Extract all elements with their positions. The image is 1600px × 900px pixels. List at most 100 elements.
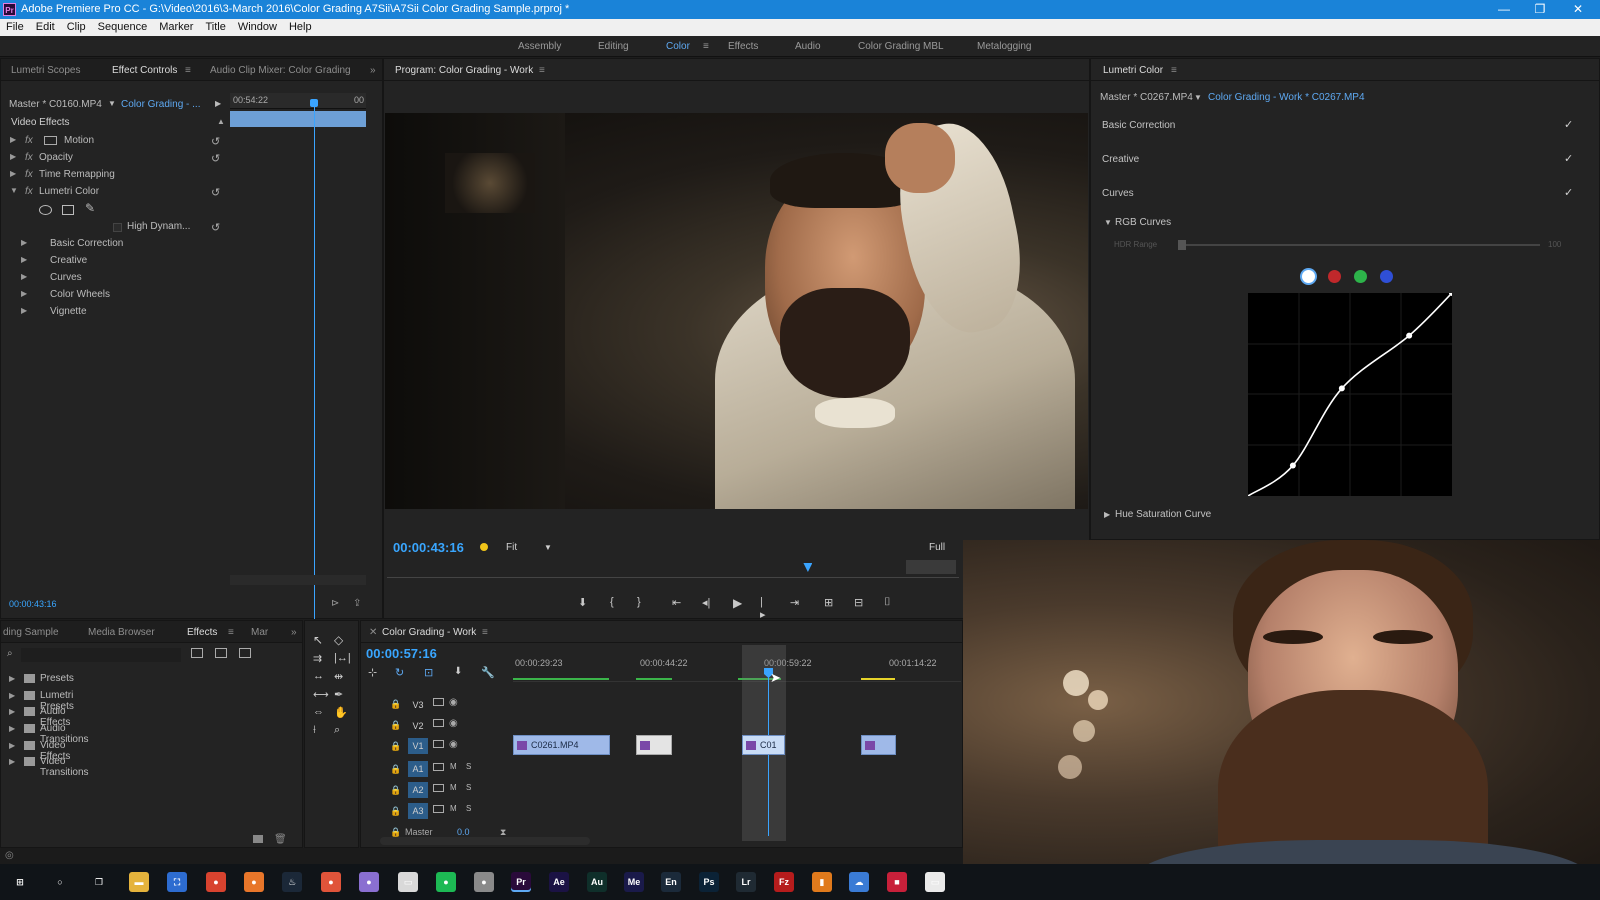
expand-triangle-icon[interactable]: ▶ (1104, 510, 1110, 519)
premiere-icon[interactable]: Pr (511, 872, 531, 892)
rolling-edit-tool-icon[interactable]: ⟷ (313, 688, 329, 701)
slip-tool-icon[interactable]: |↔| (334, 652, 351, 664)
workspace-audio[interactable]: Audio (795, 41, 821, 52)
tab-project-sample[interactable]: ding Sample (3, 627, 59, 638)
fx-icon[interactable]: fx (25, 152, 33, 163)
eye-icon[interactable]: ◉ (449, 697, 458, 708)
workspace-editing[interactable]: Editing (598, 41, 629, 52)
mark-out-icon[interactable]: } (637, 596, 641, 608)
tab-lumetri-scopes[interactable]: Lumetri Scopes (11, 65, 80, 76)
lumetri-sequence-label[interactable]: Color Grading - Work * C0267.MP4 (1208, 92, 1365, 103)
fx-icon[interactable]: fx (25, 186, 33, 197)
chevron-down-icon[interactable]: ▼ (108, 99, 116, 108)
add-marker-icon[interactable]: ⬇ (578, 596, 587, 609)
menu-window[interactable]: Window (232, 19, 283, 36)
reset-icon[interactable]: ↺ (211, 152, 220, 165)
32bit-effects-icon[interactable] (215, 648, 227, 658)
linked-selection-icon[interactable]: ⊡ (424, 666, 433, 679)
slide-tool-icon[interactable]: ⇹ (334, 670, 343, 683)
workspace-metalogging[interactable]: Metalogging (977, 41, 1031, 52)
checkmark-icon[interactable]: ✓ (1564, 152, 1573, 165)
store-icon[interactable]: ⛶ (167, 872, 187, 892)
expand-triangle-icon[interactable]: ▶ (10, 135, 16, 144)
yuv-effects-icon[interactable] (239, 648, 251, 658)
workspace-color[interactable]: Color (666, 41, 690, 52)
maximize-button[interactable]: ❐ (1522, 0, 1558, 19)
reset-icon[interactable]: ↺ (211, 135, 220, 148)
tab-effects[interactable]: Effects (187, 627, 217, 638)
lock-icon[interactable]: 🔒 (390, 720, 401, 731)
timeline-clip[interactable]: C01 (742, 735, 785, 755)
chevron-down-icon[interactable]: ▼ (544, 543, 552, 552)
workspace-menu-icon[interactable]: ≡ (703, 41, 709, 52)
solo-button[interactable]: S (466, 783, 471, 792)
workspace-color-grading-mbl[interactable]: Color Grading MBL (858, 41, 944, 52)
after-effects-icon[interactable]: Ae (549, 872, 569, 892)
menu-help[interactable]: Help (283, 19, 318, 36)
red-channel-button[interactable] (1328, 270, 1341, 283)
maps-icon[interactable]: ● (321, 872, 341, 892)
menu-edit[interactable]: Edit (30, 19, 61, 36)
white-channel-button[interactable] (1302, 270, 1315, 283)
expand-triangle-icon[interactable]: ▶ (9, 741, 15, 750)
mute-button[interactable]: M (450, 762, 457, 771)
timeline-clip[interactable] (861, 735, 896, 755)
lock-icon[interactable]: 🔒 (390, 699, 401, 710)
curve-control-point[interactable] (1338, 385, 1345, 392)
ec-sequence-label[interactable]: Color Grading - ... (121, 99, 200, 110)
menu-title[interactable]: Title (199, 19, 231, 36)
mark-in-icon[interactable]: { (610, 596, 614, 608)
folder-row[interactable]: ▶ Presets (9, 673, 74, 690)
timeline-menu-icon[interactable]: ≡ (482, 627, 488, 638)
track-a2[interactable]: A2 (408, 782, 428, 798)
filezilla-icon[interactable]: Fz (774, 872, 794, 892)
tab-lumetri-color[interactable]: Lumetri Color (1103, 65, 1163, 76)
panel-overflow-icon[interactable]: » (291, 627, 297, 638)
hand-tool-icon[interactable]: ✋ (334, 706, 348, 719)
expand-triangle-icon[interactable]: ▶ (9, 757, 15, 766)
menu-clip[interactable]: Clip (61, 19, 92, 36)
step-forward-icon[interactable]: |▸ (760, 596, 766, 621)
tab-media-browser[interactable]: Media Browser (88, 627, 155, 638)
close-button[interactable]: ✕ (1560, 0, 1596, 19)
chevron-down-icon[interactable]: ▼ (1194, 93, 1202, 102)
tab-markers[interactable]: Mar (251, 627, 268, 638)
reset-icon[interactable]: ↺ (211, 221, 220, 234)
lumetri-section-basic-correction[interactable]: Basic Correction (1102, 120, 1175, 131)
collapse-triangle-icon[interactable]: ▼ (10, 186, 18, 195)
toggle-sync-icon[interactable] (433, 805, 444, 813)
hue-saturation-curve-heading[interactable]: Hue Saturation Curve (1115, 509, 1211, 520)
lumetri-section-creative[interactable]: Creative (1102, 154, 1139, 165)
new-bin-icon[interactable] (253, 835, 263, 843)
ellipse-mask-icon[interactable] (39, 205, 52, 215)
ec-clip-bar[interactable] (230, 111, 366, 127)
rectangle-mask-icon[interactable] (62, 205, 74, 215)
lumetri-menu-icon[interactable]: ≡ (1171, 65, 1177, 76)
folder-row[interactable]: ▶ Audio Transitions (9, 723, 89, 745)
marker-dot-icon[interactable] (480, 543, 488, 551)
master-volume-value[interactable]: 0.0 (457, 827, 470, 837)
hdr-checkbox[interactable] (113, 223, 122, 232)
notepad-icon[interactable]: ▭ (925, 872, 945, 892)
ec-timeline-ruler[interactable]: 00:54:22 00 (230, 93, 366, 109)
mute-button[interactable]: M (450, 804, 457, 813)
track-select-tool-icon[interactable]: ⇉ (313, 652, 322, 665)
timeline-scrollbar[interactable] (380, 837, 590, 845)
ec-current-time[interactable]: 00:00:43:16 (9, 599, 57, 609)
expand-triangle-icon[interactable]: ▶ (9, 691, 15, 700)
ripple-edit-tool-icon[interactable]: ↔ (313, 670, 324, 682)
menu-file[interactable]: File (0, 19, 30, 36)
media-encoder-icon[interactable]: Me (624, 872, 644, 892)
expand-triangle-icon[interactable]: ▶ (21, 306, 27, 315)
expand-triangle-icon[interactable]: ▶ (9, 674, 15, 683)
razor-blade-tool-icon[interactable]: ⟊ (313, 724, 316, 737)
pen-mask-icon[interactable]: ✎ (85, 201, 95, 215)
tab-effect-controls[interactable]: Effect Controls (112, 65, 177, 76)
toggle-sync-icon[interactable] (433, 698, 444, 706)
razor-tool-icon[interactable]: ◇ (334, 633, 343, 647)
lumetri-section-curves[interactable]: Curves (1102, 188, 1134, 199)
delete-icon[interactable]: 🗑 (274, 834, 287, 845)
audition-icon[interactable]: Au (587, 872, 607, 892)
play-icon[interactable]: ▶ (733, 596, 742, 610)
folder-row[interactable]: ▶ Audio Effects (9, 706, 70, 728)
